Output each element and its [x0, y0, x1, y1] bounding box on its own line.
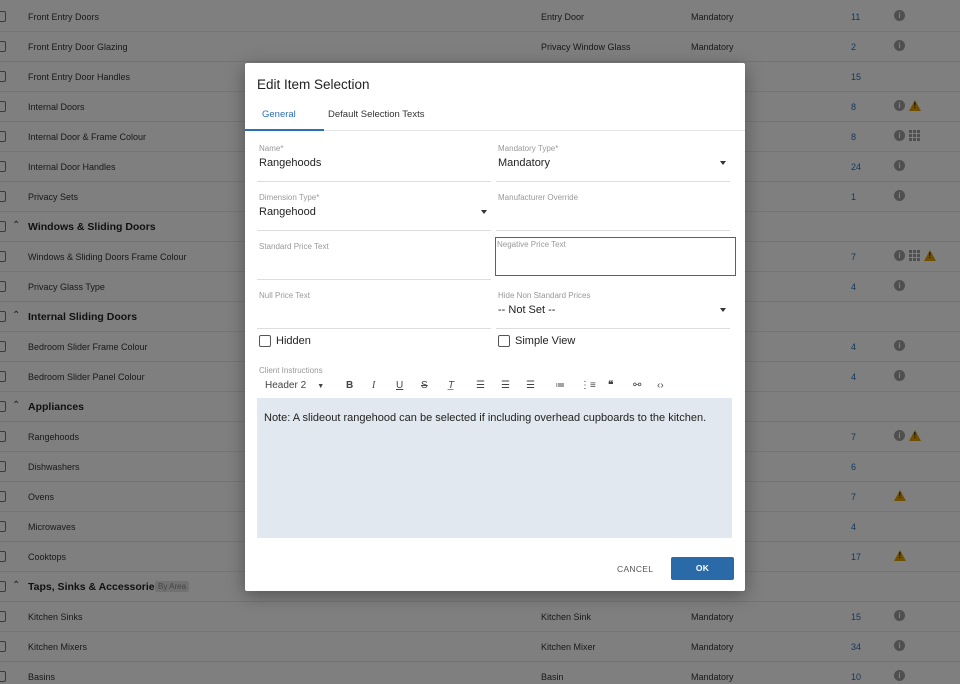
hide-non-standard-prices-value: -- Not Set --	[498, 304, 556, 316]
manufacturer-override-field[interactable]: Manufacturer Override	[496, 191, 730, 231]
dropdown-caret-icon	[481, 210, 487, 214]
code-icon[interactable]: ‹›	[657, 380, 664, 392]
client-instructions-editor[interactable]: Note: A slideout rangehood can be select…	[257, 398, 732, 538]
active-tab-indicator	[245, 129, 324, 131]
client-instructions-text: Note: A slideout rangehood can be select…	[264, 412, 707, 424]
underline-icon[interactable]: U	[396, 380, 403, 392]
mandatory-type-label: Mandatory Type	[498, 144, 556, 153]
quote-icon[interactable]: ❝	[608, 380, 613, 392]
manufacturer-override-label: Manufacturer Override	[498, 193, 579, 202]
chevron-down-icon: ▼	[317, 383, 325, 390]
align-right-icon[interactable]: ☰	[526, 380, 535, 392]
heading-select-value: Header 2	[265, 380, 307, 391]
hide-non-standard-prices-select[interactable]: Hide Non Standard Prices -- Not Set --	[496, 289, 730, 329]
strikethrough-icon[interactable]: S	[421, 380, 428, 392]
numbered-list-icon[interactable]: ⋮≡	[580, 380, 596, 392]
align-left-icon[interactable]: ☰	[476, 380, 485, 392]
mandatory-type-select[interactable]: Mandatory Type* Mandatory	[496, 142, 730, 182]
required-marker: *	[555, 144, 559, 153]
hidden-label: Hidden	[276, 335, 311, 347]
dropdown-caret-icon	[720, 161, 726, 165]
dialog-tabs: General Default Selection Texts	[245, 101, 745, 131]
simple-view-label: Simple View	[515, 335, 576, 347]
dimension-type-label: Dimension Type	[259, 193, 317, 202]
cancel-button[interactable]: CANCEL	[617, 564, 653, 574]
client-instructions-label: Client Instructions	[259, 366, 323, 375]
checkbox-icon	[498, 335, 510, 347]
standard-price-text-label: Standard Price Text	[259, 242, 329, 251]
required-marker: *	[316, 193, 320, 202]
name-value: Rangehoods	[259, 157, 322, 169]
standard-price-text-field[interactable]: Standard Price Text	[257, 240, 491, 280]
ok-button[interactable]: OK	[671, 557, 734, 580]
required-marker: *	[280, 144, 284, 153]
link-icon[interactable]: ⚯	[633, 380, 641, 392]
mandatory-type-value: Mandatory	[498, 157, 550, 169]
align-center-icon[interactable]: ☰	[501, 380, 510, 392]
hidden-checkbox[interactable]: Hidden	[259, 335, 311, 347]
simple-view-checkbox[interactable]: Simple View	[498, 335, 575, 347]
hide-non-standard-prices-label: Hide Non Standard Prices	[498, 291, 591, 300]
dimension-type-select[interactable]: Dimension Type* Rangehood	[257, 191, 491, 231]
bold-icon[interactable]: B	[346, 380, 353, 392]
name-label: Name	[259, 144, 281, 153]
checkbox-icon	[259, 335, 271, 347]
null-price-text-label: Null Price Text	[259, 291, 310, 300]
italic-icon[interactable]: I	[372, 380, 375, 392]
negative-price-text-label: Negative Price Text	[497, 240, 566, 249]
rich-text-toolbar: Header 2 ▼ B I U S T̲ ☰ ☰ ☰ ≔ ⋮≡ ❝ ⚯ ‹›	[257, 377, 733, 397]
clear-format-icon[interactable]: T̲	[448, 380, 454, 392]
negative-price-text-field[interactable]: Negative Price Text	[495, 237, 736, 276]
tab-default-selection-texts[interactable]: Default Selection Texts	[328, 109, 424, 120]
name-field[interactable]: Name* Rangehoods	[257, 142, 491, 182]
dropdown-caret-icon	[720, 308, 726, 312]
tab-general[interactable]: General	[262, 109, 296, 120]
dialog-title: Edit Item Selection	[257, 77, 370, 92]
dimension-type-value: Rangehood	[259, 206, 316, 218]
edit-item-selection-dialog: Edit Item Selection General Default Sele…	[245, 63, 745, 591]
null-price-text-field[interactable]: Null Price Text	[257, 289, 491, 329]
heading-select[interactable]: Header 2 ▼	[265, 380, 324, 393]
bullet-list-icon[interactable]: ≔	[555, 380, 565, 392]
